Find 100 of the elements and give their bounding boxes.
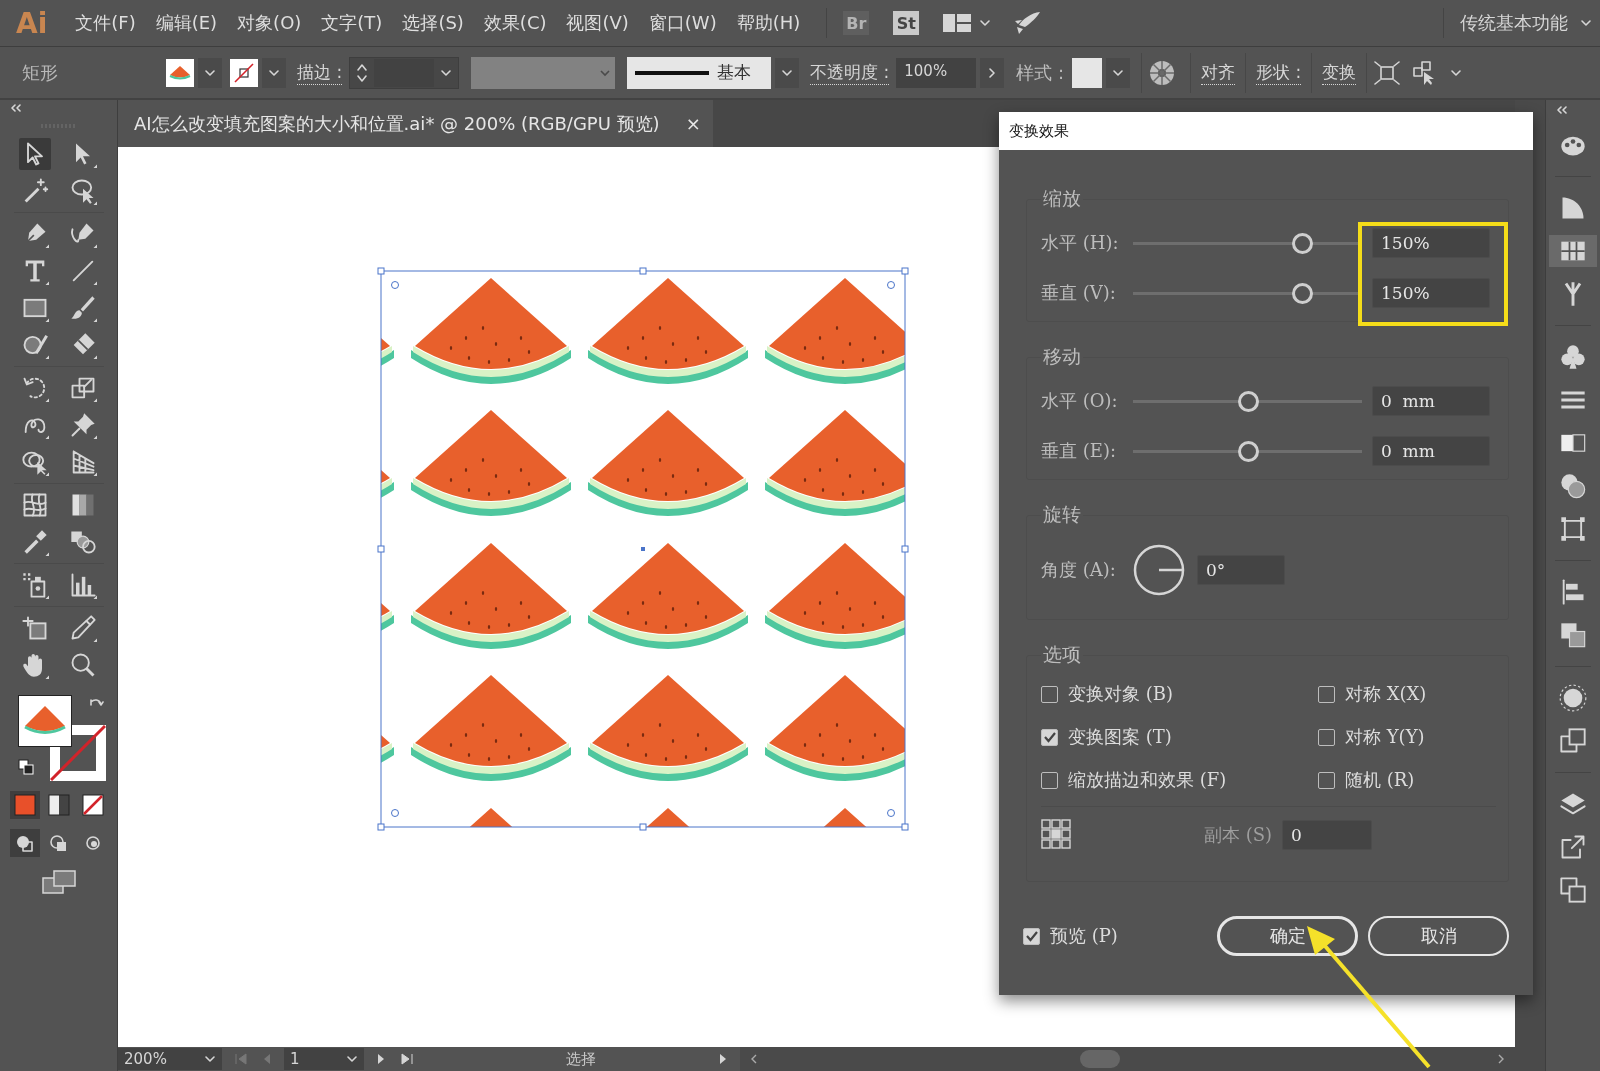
slider-thumb[interactable] — [1292, 282, 1314, 304]
document-tab[interactable]: AI怎么改变填充图案的大小和位置.ai* @ 200% (RGB/GPU 预览) × — [118, 100, 713, 147]
section-heading: 旋转 — [1042, 502, 1082, 527]
chevron-left-icon[interactable] — [750, 1053, 758, 1065]
ok-button[interactable]: 确定 — [1217, 916, 1358, 956]
default-colors-icon[interactable] — [17, 759, 34, 775]
app-button[interactable]: St — [893, 11, 920, 35]
menu-item[interactable]: 窗口(W) — [638, 11, 727, 35]
checkbox-box[interactable] — [1318, 728, 1335, 746]
menu-item[interactable]: 文字(T) — [311, 11, 393, 35]
stroke-weight-field[interactable] — [349, 56, 460, 89]
stroke-link[interactable]: 描边 : — [297, 60, 343, 85]
watermelon-icon — [169, 65, 191, 80]
collapse-icon[interactable] — [10, 104, 22, 112]
color-mode-icon[interactable] — [9, 791, 40, 819]
menu-item[interactable]: 选择(S) — [392, 11, 474, 35]
current-tool-label: 选择 — [566, 1049, 596, 1069]
close-button[interactable]: × — [685, 113, 701, 134]
angle-field[interactable]: 0° — [1197, 555, 1285, 585]
swatches-icon[interactable] — [1549, 235, 1597, 267]
section-heading: 移动 — [1042, 344, 1082, 369]
checkbox[interactable]: 缩放描边和效果 (F) — [1041, 768, 1318, 792]
caret-icon[interactable] — [268, 68, 280, 77]
caret-icon[interactable] — [440, 68, 453, 77]
field-label: 垂直 (V): — [1041, 281, 1117, 305]
chevron-right-icon[interactable] — [988, 66, 997, 79]
checkbox[interactable]: 对称 Y(Y) — [1318, 725, 1496, 749]
recolor-wheel-icon[interactable] — [1149, 59, 1176, 86]
field-label: 角度 (A): — [1041, 558, 1117, 582]
checkbox[interactable]: 对称 X(X) — [1318, 682, 1496, 706]
menu-item[interactable]: 帮助(H) — [726, 11, 811, 35]
caret-icon[interactable] — [346, 1055, 358, 1063]
zoom-dropdown[interactable]: 200% — [118, 1048, 222, 1070]
fill-swatch[interactable] — [166, 58, 194, 87]
fill-color-swatch[interactable] — [17, 695, 72, 747]
layout-icon[interactable] — [943, 14, 972, 32]
menu-item[interactable]: 视图(V) — [556, 11, 639, 35]
dialog-title: 变换效果 — [999, 112, 1533, 150]
page-dropdown[interactable]: 1 — [284, 1048, 364, 1070]
caret-icon[interactable] — [1112, 68, 1125, 77]
reference-point-icon[interactable] — [1041, 819, 1072, 850]
menu-item[interactable]: 文件(F) — [65, 11, 146, 35]
brush-dropdown[interactable]: 基本 — [627, 56, 772, 89]
caret-icon[interactable] — [204, 1055, 216, 1063]
caret-icon[interactable] — [781, 68, 794, 77]
tool-name: 矩形 — [21, 60, 59, 85]
opacity-link[interactable]: 不透明度 : — [810, 60, 890, 85]
value-field[interactable]: 150% — [1372, 278, 1490, 308]
slider-thumb[interactable] — [1292, 232, 1314, 254]
copies-label: 副本 (S) — [1204, 822, 1273, 847]
transform-link[interactable]: 变换 — [1322, 60, 1357, 85]
bounding-box-icon[interactable] — [1374, 60, 1401, 85]
last-page-icon[interactable] — [400, 1053, 414, 1065]
stroke-swatch[interactable] — [230, 58, 258, 87]
section-heading: 选项 — [1042, 642, 1082, 667]
copies-field[interactable]: 0 — [1282, 819, 1373, 850]
menu-item[interactable]: 效果(C) — [473, 11, 557, 35]
opacity-field[interactable]: 100% — [896, 57, 977, 88]
checkbox[interactable]: 预览 (P) — [1023, 924, 1118, 948]
scroll-thumb[interactable] — [1080, 1050, 1120, 1068]
watermelon-icon — [22, 706, 67, 736]
play-icon[interactable] — [718, 1053, 728, 1065]
checkbox[interactable]: 随机 (R) — [1318, 768, 1496, 792]
caret-icon[interactable] — [979, 19, 992, 27]
section-heading: 缩放 — [1042, 186, 1082, 211]
style-swatch[interactable] — [1072, 57, 1103, 88]
checkbox-box[interactable] — [1318, 771, 1335, 789]
cancel-button[interactable]: 取消 — [1368, 916, 1509, 956]
checkbox[interactable]: 变换对象 (B) — [1041, 682, 1318, 706]
screen-mode-icon[interactable] — [40, 869, 77, 895]
horizontal-scrollbar[interactable] — [740, 1047, 1515, 1071]
style-label: 样式 : — [1016, 60, 1065, 85]
workspace-switcher[interactable]: 传统基本功能 — [1460, 11, 1568, 35]
value-field[interactable]: 150% — [1372, 228, 1490, 258]
no-stroke-icon — [233, 61, 255, 84]
checkbox[interactable]: 变换图案 (T) — [1041, 725, 1318, 749]
chevron-right-icon[interactable] — [1497, 1053, 1505, 1065]
collapse-icon[interactable] — [1556, 106, 1568, 114]
caret-icon[interactable] — [1580, 19, 1592, 27]
align-link[interactable]: 对齐 — [1201, 60, 1236, 85]
angle-dial-icon[interactable] — [1133, 544, 1185, 596]
spinner-icon[interactable] — [356, 61, 369, 84]
caret-icon[interactable] — [1450, 68, 1463, 77]
field-label: 水平 (O): — [1041, 389, 1119, 413]
menu-item[interactable]: 编辑(E) — [145, 11, 228, 35]
checkbox-box[interactable] — [1041, 771, 1058, 789]
next-page-icon[interactable] — [376, 1053, 386, 1065]
field-label: 垂直 (E): — [1041, 439, 1117, 463]
caret-icon[interactable] — [204, 68, 216, 77]
draw-normal-icon[interactable] — [9, 829, 40, 857]
slider-thumb[interactable] — [1237, 440, 1259, 462]
field-label: 水平 (H): — [1041, 231, 1120, 255]
checkbox-box[interactable] — [1041, 685, 1058, 703]
rocket-icon[interactable] — [1013, 11, 1042, 35]
value-field[interactable]: 0 mm — [1372, 436, 1490, 466]
shape-link[interactable]: 形状 : — [1256, 60, 1302, 85]
menu-item[interactable]: 对象(O) — [227, 11, 312, 35]
checkbox-box[interactable] — [1318, 685, 1335, 703]
value-field[interactable]: 0 mm — [1372, 386, 1490, 416]
slider-thumb[interactable] — [1237, 390, 1259, 412]
